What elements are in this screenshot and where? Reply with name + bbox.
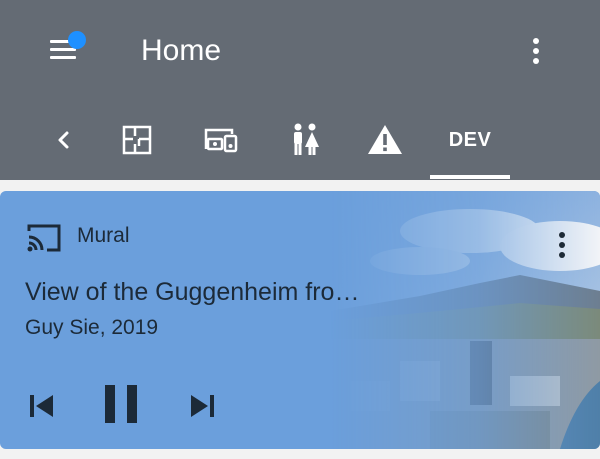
cast-icon xyxy=(27,224,61,252)
media-title: View of the Guggenheim fro… xyxy=(25,278,360,306)
card-more-button[interactable] xyxy=(550,228,574,262)
page-title: Home xyxy=(141,34,222,67)
tab-dev-label: DEV xyxy=(448,128,492,151)
next-track-button[interactable] xyxy=(182,386,222,426)
devices-icon xyxy=(204,128,238,153)
next-track-icon xyxy=(191,395,214,417)
chevron-left-icon xyxy=(58,131,69,149)
more-vert-button[interactable] xyxy=(524,33,548,69)
tab-devices[interactable] xyxy=(196,114,246,166)
pause-icon xyxy=(105,385,137,423)
previous-track-icon xyxy=(30,395,53,417)
floorplan-icon xyxy=(122,125,152,155)
more-vert-icon-dot xyxy=(559,252,565,258)
more-vert-icon xyxy=(533,38,539,44)
warning-icon xyxy=(368,125,402,154)
app-bar: Home DEV xyxy=(0,0,600,180)
more-vert-icon-dot xyxy=(533,48,539,54)
tab-alerts[interactable] xyxy=(360,114,410,166)
more-vert-icon-dot xyxy=(559,242,565,248)
more-vert-icon xyxy=(559,232,565,238)
tab-floorplan[interactable] xyxy=(112,114,162,166)
pause-button[interactable] xyxy=(98,380,146,428)
more-vert-icon-dot xyxy=(533,58,539,64)
app-name: Mural xyxy=(77,224,130,247)
tab-back[interactable] xyxy=(44,114,84,166)
menu-icon-line xyxy=(50,56,76,59)
people-icon xyxy=(294,123,319,155)
menu-icon-line xyxy=(50,48,76,51)
tab-dev[interactable]: DEV xyxy=(430,114,510,166)
notification-dot xyxy=(68,31,86,49)
tab-selected-indicator xyxy=(430,175,510,179)
menu-button[interactable] xyxy=(44,30,90,70)
tab-people[interactable] xyxy=(280,114,330,166)
previous-track-button[interactable] xyxy=(22,386,62,426)
media-artist: Guy Sie, 2019 xyxy=(25,316,159,339)
